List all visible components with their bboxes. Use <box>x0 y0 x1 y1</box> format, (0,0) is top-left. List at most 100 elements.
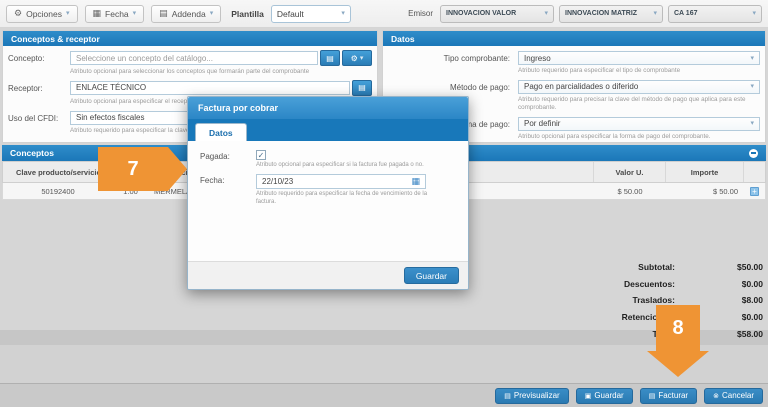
tipo-comprobante-value: Ingreso <box>524 54 551 63</box>
pagada-help: Atributo opcional para especificar si la… <box>256 162 456 170</box>
metodo-pago-help: Atributo requerido para precisar la clav… <box>518 96 753 112</box>
calendar-icon[interactable]: ▦ <box>411 176 420 187</box>
factura-por-cobrar-dialog: Factura por cobrar Datos Pagada: ✓ Atrib… <box>187 96 469 290</box>
dialog-tabs: Datos <box>188 119 468 141</box>
emisor-1-value: INNOVACION VALOR <box>446 10 516 17</box>
tipo-comprobante-label: Tipo comprobante: <box>388 51 518 75</box>
concepto-input[interactable]: Seleccione un concepto del catálogo... <box>70 51 318 65</box>
tab-datos[interactable]: Datos <box>195 123 247 141</box>
fecha-value: 22/10/23 <box>262 177 293 186</box>
emisor-label: Emisor <box>408 9 433 18</box>
pagada-label: Pagada: <box>200 150 256 170</box>
pagada-checkbox[interactable]: ✓ <box>256 150 266 160</box>
gear-icon: ⚙ <box>351 54 358 63</box>
app-window: ⚙ Opciones ▾ ▦ Fecha ▾ ▤ Addenda ▾ Plant… <box>0 0 768 407</box>
chevron-down-icon: ▾ <box>341 10 345 17</box>
metodo-pago-select[interactable]: Pago en parcialidades o diferido ▾ <box>518 80 760 94</box>
guardar-label: Guardar <box>594 391 623 400</box>
chevron-down-icon: ▾ <box>750 55 754 62</box>
previsualizar-button[interactable]: ▤ Previsualizar <box>495 388 568 404</box>
collapse-icon[interactable] <box>749 149 758 158</box>
plantilla-value: Default <box>277 9 304 19</box>
calendar-icon: ▦ <box>93 9 102 18</box>
row-expand-button[interactable]: + <box>750 187 759 196</box>
concepto-settings-button[interactable]: ⚙ ▾ <box>342 50 372 66</box>
traslados-value: $8.00 <box>675 295 763 305</box>
plantilla-label: Plantilla <box>231 9 264 19</box>
conceptos-title: Conceptos <box>10 148 54 158</box>
cancelar-label: Cancelar <box>722 391 754 400</box>
descuentos-label: Descuentos: <box>493 279 675 289</box>
metodo-pago-value: Pago en parcialidades o diferido <box>524 82 638 91</box>
gear-icon: ⚙ <box>14 9 22 18</box>
opciones-label: Opciones <box>26 9 62 19</box>
chevron-down-icon: ▾ <box>66 10 70 17</box>
column-clave: Clave producto/servicio <box>3 162 113 182</box>
action-bar: ▤ Previsualizar ▣ Guardar ▤ Facturar ⊗ C… <box>0 383 768 407</box>
facturar-button[interactable]: ▤ Facturar <box>640 388 697 404</box>
dialog-body: Pagada: ✓ Atributo opcional para especif… <box>188 141 468 263</box>
column-actions <box>744 162 765 182</box>
forma-pago-value: Por definir <box>524 119 560 128</box>
annotation-step-number: 8 <box>656 305 700 351</box>
chevron-down-icon: ▾ <box>653 10 657 17</box>
fecha-label: Fecha <box>105 9 129 19</box>
concepto-label: Concepto: <box>8 51 70 76</box>
forma-pago-help: Atributo opcional para especificar la fo… <box>518 133 760 141</box>
chevron-down-icon: ▾ <box>210 10 214 17</box>
traslados-label: Traslados: <box>493 295 675 305</box>
emisor-group: Emisor INNOVACION VALOR ▾ INNOVACION MAT… <box>408 5 762 23</box>
document-icon: ▤ <box>326 54 334 63</box>
dialog-footer: Guardar <box>188 261 468 289</box>
emisor-3-value: CA 167 <box>674 10 697 17</box>
dialog-guardar-button[interactable]: Guardar <box>404 267 459 284</box>
descuentos-value: $0.00 <box>675 279 763 289</box>
column-valor-u: Valor U. <box>594 162 666 182</box>
totals-block: Subtotal:$50.00 Descuentos:$0.00 Traslad… <box>493 259 763 342</box>
emisor-select-3[interactable]: CA 167 ▾ <box>668 5 762 23</box>
cancelar-button[interactable]: ⊗ Cancelar <box>704 388 763 404</box>
fecha-button[interactable]: ▦ Fecha ▾ <box>85 5 145 23</box>
fecha-label: Fecha: <box>200 174 256 207</box>
subtotal-label: Subtotal: <box>493 262 675 272</box>
previsualizar-label: Previsualizar <box>514 391 560 400</box>
addenda-label: Addenda <box>172 9 206 19</box>
receptor-search-button[interactable]: ▤ <box>352 80 372 96</box>
invoice-icon: ▤ <box>649 392 656 400</box>
save-icon: ▣ <box>585 392 592 400</box>
cell-clave: 50192400 <box>3 187 113 196</box>
guardar-button[interactable]: ▣ Guardar <box>576 388 633 404</box>
top-toolbar: ⚙ Opciones ▾ ▦ Fecha ▾ ▤ Addenda ▾ Plant… <box>0 0 768 28</box>
fecha-input[interactable]: 22/10/23 ▦ <box>256 174 426 189</box>
dialog-title: Factura por cobrar <box>188 97 468 119</box>
fecha-help: Atributo requerido para especificar la f… <box>256 191 428 207</box>
subtotal-value: $50.00 <box>675 262 763 272</box>
cell-valor-u: $ 50.00 <box>594 187 666 196</box>
annotation-arrow-7: 7 <box>98 147 187 191</box>
plantilla-select[interactable]: Default ▾ <box>271 5 351 23</box>
uso-cfdi-value: Sin efectos fiscales <box>76 113 144 122</box>
uso-cfdi-label: Uso del CFDI: <box>8 111 70 135</box>
tipo-comprobante-help: Atributo requerido para especificar el t… <box>518 67 760 75</box>
emisor-select-2[interactable]: INNOVACION MATRIZ ▾ <box>559 5 663 23</box>
catalog-button[interactable]: ▤ <box>320 50 340 66</box>
receptor-input[interactable]: ENLACE TÉCNICO <box>70 81 350 95</box>
emisor-select-1[interactable]: INNOVACION VALOR ▾ <box>440 5 554 23</box>
forma-pago-select[interactable]: Por definir ▾ <box>518 117 760 131</box>
cancel-icon: ⊗ <box>713 392 719 400</box>
chevron-down-icon: ▾ <box>750 120 754 127</box>
preview-icon: ▤ <box>504 392 511 400</box>
addenda-button[interactable]: ▤ Addenda ▾ <box>151 5 221 23</box>
annotation-arrow-8: 8 <box>647 305 709 377</box>
receptor-value: ENLACE TÉCNICO <box>76 83 146 92</box>
chevron-down-icon: ▾ <box>752 10 756 17</box>
receptor-label: Receptor: <box>8 81 70 106</box>
document-icon: ▤ <box>358 83 366 92</box>
addenda-icon: ▤ <box>159 9 168 18</box>
concepto-help: Atributo opcional para seleccionar los c… <box>70 68 372 76</box>
opciones-button[interactable]: ⚙ Opciones ▾ <box>6 5 78 23</box>
panel-title: Datos <box>383 31 765 46</box>
tipo-comprobante-select[interactable]: Ingreso ▾ <box>518 51 760 65</box>
chevron-down-icon: ▾ <box>133 10 137 17</box>
column-importe: Importe <box>666 162 744 182</box>
